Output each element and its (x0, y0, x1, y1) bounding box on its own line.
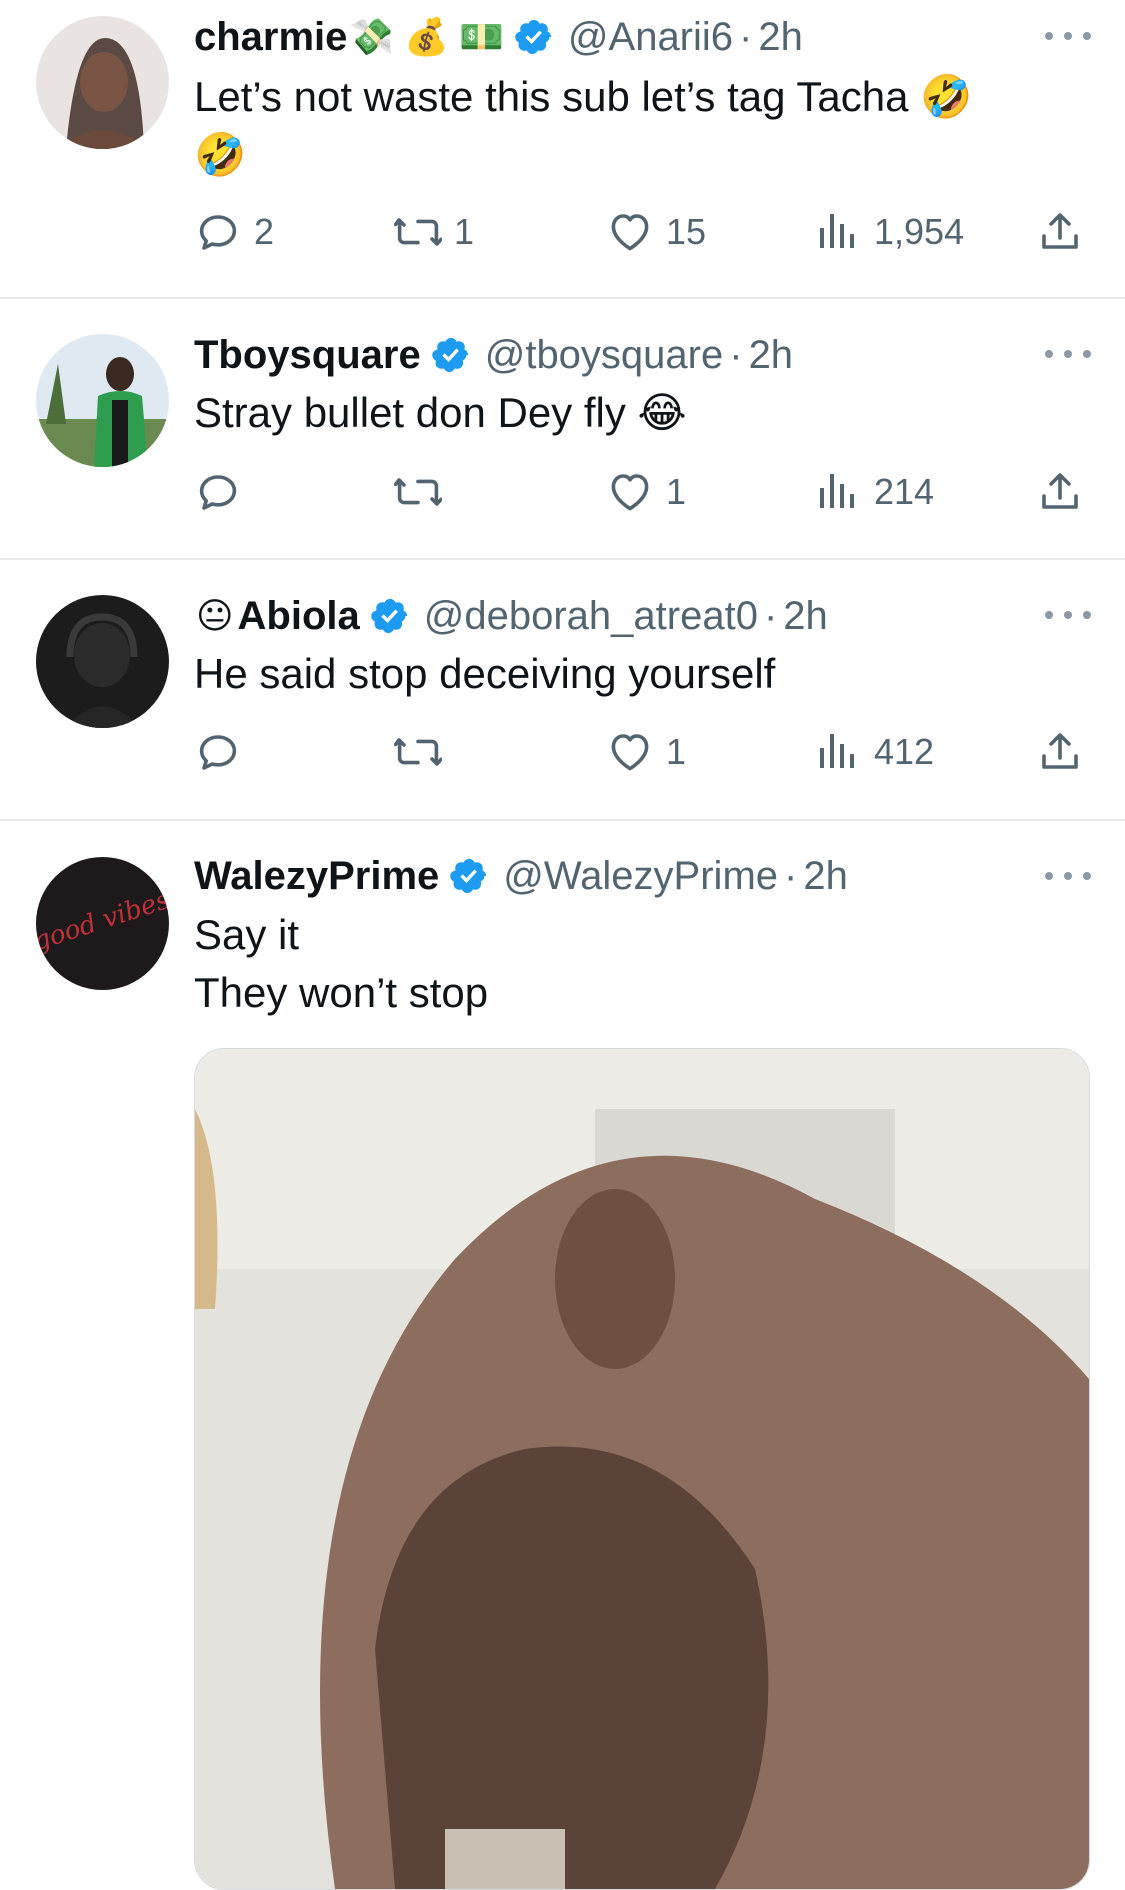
share-icon (1036, 208, 1084, 256)
heart-icon (606, 728, 654, 776)
share-icon (1036, 728, 1084, 776)
display-name[interactable]: charmie (194, 15, 347, 60)
views-icon (814, 468, 862, 516)
tweet-text: Stray bullet don Dey fly 😂 (194, 389, 687, 436)
retweet-button[interactable] (394, 464, 454, 520)
more-icon[interactable] (1045, 866, 1091, 886)
verified-badge-icon (370, 596, 410, 636)
handle[interactable]: @deborah_atreat0 (424, 594, 758, 639)
verified-badge-icon (514, 17, 554, 57)
like-count: 1 (666, 731, 687, 772)
handle[interactable]: @Anarii6 (568, 15, 733, 60)
more-icon[interactable] (1045, 344, 1091, 364)
share-button[interactable] (1036, 724, 1084, 780)
separator: · (739, 14, 753, 59)
like-count: 1 (666, 471, 687, 512)
timestamp[interactable]: 2h (803, 854, 848, 899)
handle[interactable]: @WalezyPrime (503, 854, 778, 899)
retweet-icon (394, 728, 442, 776)
reply-button[interactable]: 2 (194, 204, 274, 260)
avatar[interactable] (36, 16, 169, 149)
handle[interactable]: @tboysquare (485, 333, 724, 378)
heart-icon (606, 208, 654, 256)
more-icon[interactable] (1045, 26, 1091, 46)
views-icon (814, 728, 862, 776)
separator: · (729, 332, 743, 377)
reply-tweet-1[interactable]: charmie 💸 💰 💵 @Anarii6 · 2h Let’s not wa… (0, 0, 1125, 298)
display-name[interactable]: Abiola (238, 594, 360, 639)
name-emojis: 💸 💰 💵 (349, 16, 504, 57)
reply-button[interactable] (194, 464, 254, 520)
retweet-icon (394, 208, 442, 256)
retweet-button[interactable] (394, 724, 454, 780)
verified-badge-icon (449, 856, 489, 896)
action-bar: 1 412 (194, 724, 1094, 780)
retweet-icon (394, 468, 442, 516)
view-count: 412 (874, 731, 935, 772)
action-bar: 2 1 15 1,954 (194, 204, 1094, 260)
tweet-media-image[interactable] (194, 1048, 1090, 1890)
reply-tweet-3[interactable]: 😐 Abiola @deborah_atreat0 · 2h He said s… (0, 560, 1125, 820)
like-count: 15 (666, 211, 707, 252)
reply-button[interactable] (194, 724, 254, 780)
retweet-count: 1 (454, 211, 475, 252)
timestamp[interactable]: 2h (783, 594, 828, 639)
share-button[interactable] (1036, 464, 1084, 520)
views-icon (814, 208, 862, 256)
retweet-button[interactable]: 1 (394, 204, 474, 260)
separator: · (763, 593, 778, 638)
avatar[interactable] (36, 334, 169, 467)
view-count: 214 (874, 471, 935, 512)
display-name[interactable]: Tboysquare (194, 333, 421, 378)
views-button[interactable]: 412 (814, 724, 934, 780)
like-button[interactable]: 1 (606, 464, 686, 520)
like-button[interactable]: 1 (606, 724, 686, 780)
views-button[interactable]: 1,954 (814, 204, 964, 260)
reply-icon (194, 208, 242, 256)
avatar[interactable]: good vibes (36, 857, 169, 990)
reply-count: 2 (254, 211, 275, 252)
timestamp[interactable]: 2h (749, 333, 794, 378)
display-name[interactable]: WalezyPrime (194, 854, 439, 899)
tweet-text: Let’s not waste this sub let’s tag Tacha… (194, 73, 973, 178)
timestamp[interactable]: 2h (758, 15, 803, 60)
reply-icon (194, 728, 242, 776)
action-bar: 1 214 (194, 464, 1094, 520)
tweet-text: He said stop deceiving yourself (194, 650, 776, 697)
reply-tweet-2[interactable]: Tboysquare @tboysquare · 2h Stray bullet… (0, 299, 1125, 559)
view-count: 1,954 (874, 211, 965, 252)
more-icon[interactable] (1045, 605, 1091, 625)
share-button[interactable] (1036, 204, 1084, 260)
reply-icon (194, 468, 242, 516)
tweet-text: Say it They won’t stop (194, 911, 489, 1016)
separator: · (784, 853, 798, 898)
like-button[interactable]: 15 (606, 204, 706, 260)
heart-icon (606, 468, 654, 516)
share-icon (1036, 468, 1084, 516)
verified-badge-icon (431, 335, 471, 375)
avatar[interactable] (36, 595, 169, 728)
name-prefix-emoji: 😐 (196, 595, 234, 636)
views-button[interactable]: 214 (814, 464, 934, 520)
